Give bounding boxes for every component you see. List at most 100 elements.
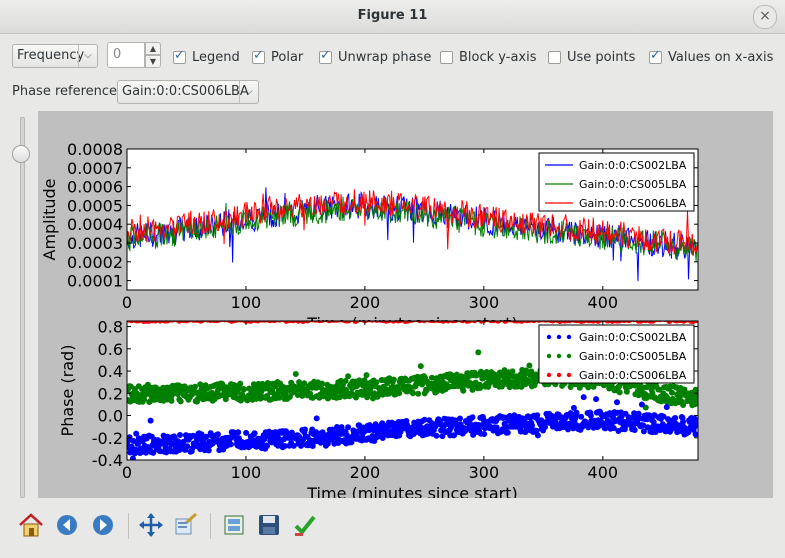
y-tick-label: 0.0003 <box>67 234 123 253</box>
series-point-2 <box>237 380 244 387</box>
series-point-1 <box>578 413 585 420</box>
y-axis-label: Phase (rad) <box>58 345 77 437</box>
subplots-icon[interactable] <box>220 511 248 539</box>
x-tick-label: 100 <box>231 293 262 312</box>
axis-select[interactable]: Frequency ⌵ <box>12 44 98 68</box>
index-spinner[interactable]: 0 ▲ ▼ <box>107 42 161 70</box>
legend-point-swatch <box>546 353 552 359</box>
y-tick-label: 0.4 <box>98 362 123 381</box>
x-tick-label: 400 <box>588 293 619 312</box>
series-point-2 <box>363 372 370 379</box>
y-tick-label: 0.0005 <box>67 196 123 215</box>
x-tick-label: 200 <box>350 463 381 482</box>
series-point-3 <box>271 321 278 324</box>
navigation-toolbar <box>0 505 785 550</box>
series-point-1 <box>184 443 191 450</box>
legend-point-swatch <box>566 372 572 378</box>
close-icon[interactable]: × <box>753 5 777 29</box>
series-point-1 <box>214 431 221 438</box>
series-point-2 <box>475 349 482 356</box>
series-point-3 <box>626 321 632 324</box>
forward-arrow-icon[interactable] <box>89 511 117 539</box>
save-icon[interactable] <box>255 511 283 539</box>
unwrap-phase-checkbox[interactable]: Unwrap phase <box>319 48 432 65</box>
vertical-slider-handle[interactable] <box>12 145 30 163</box>
title-bar: Figure 11 × <box>0 0 785 34</box>
legend-check-icon[interactable] <box>173 48 186 64</box>
y-tick-label: -0.2 <box>92 429 123 448</box>
series-point-2 <box>409 390 416 397</box>
legend-entry: Gain:0:0:CS002LBA <box>579 159 687 172</box>
series-point-1 <box>129 455 136 460</box>
series-point-1 <box>663 404 670 411</box>
phase-reference-select[interactable]: Gain:0:0:CS006LBA ⌵ <box>117 80 259 104</box>
toolbar-separator <box>210 513 211 539</box>
series-point-1 <box>345 424 352 431</box>
series-point-2 <box>616 389 623 396</box>
back-arrow-icon[interactable] <box>53 511 81 539</box>
series-point-1 <box>680 418 687 425</box>
spin-up-icon[interactable]: ▲ <box>145 42 161 55</box>
y-tick-label: 0.0002 <box>67 253 123 272</box>
series-point-1 <box>580 394 587 401</box>
spin-down-icon[interactable]: ▼ <box>145 55 161 68</box>
series-point-1 <box>469 414 476 421</box>
block-y-axis-checkbox[interactable]: Block y-axis <box>440 49 537 65</box>
series-point-2 <box>669 389 675 396</box>
use-points-check-icon[interactable] <box>548 50 561 64</box>
polar-checkbox-label: Polar <box>271 49 304 65</box>
zoom-icon[interactable] <box>172 511 200 539</box>
series-point-1 <box>433 432 440 439</box>
legend-point-swatch <box>556 372 562 378</box>
vertical-slider-track[interactable] <box>20 117 25 498</box>
legend-point-swatch <box>566 334 572 340</box>
values-x-axis-checkbox[interactable]: Values on x-axis <box>649 48 774 65</box>
use-points-checkbox[interactable]: Use points <box>548 49 635 65</box>
toolbar-separator <box>128 513 129 539</box>
values-x-axis-label: Values on x-axis <box>668 49 774 65</box>
legend-entry: Gain:0:0:CS006LBA <box>579 197 687 210</box>
y-tick-label: 0.6 <box>98 340 123 359</box>
y-tick-label: 0.0008 <box>67 140 123 159</box>
series-point-2 <box>390 376 397 383</box>
phase-reference-value: Gain:0:0:CS006LBA <box>122 84 249 99</box>
series-point-2 <box>345 373 352 380</box>
series-point-3 <box>530 321 537 324</box>
phase-reference-label: Phase reference: <box>12 84 122 99</box>
x-tick-label: 100 <box>231 463 262 482</box>
x-tick-label: 0 <box>122 293 132 312</box>
series-point-2 <box>417 363 424 370</box>
series-point-1 <box>457 415 463 422</box>
apply-check-icon[interactable] <box>291 511 319 539</box>
series-point-3 <box>566 321 573 324</box>
values-x-check-icon[interactable] <box>649 48 662 64</box>
y-tick-label: 0.0001 <box>67 272 123 291</box>
series-point-2 <box>373 379 380 386</box>
index-field[interactable]: 0 <box>107 42 145 68</box>
series-point-1 <box>302 426 308 433</box>
series-point-3 <box>135 321 142 324</box>
polar-check-icon[interactable] <box>252 48 265 64</box>
block-y-axis-label: Block y-axis <box>459 49 537 65</box>
pan-icon[interactable] <box>137 511 165 539</box>
x-tick-label: 400 <box>588 463 619 482</box>
plot-canvas: 0 100 200 300 400 0.0008 0.0007 0.0006 0.0005 0.0… <box>38 111 773 503</box>
legend-point-swatch <box>556 353 562 359</box>
legend-point-swatch <box>546 372 552 378</box>
legend-point-swatch <box>556 334 562 340</box>
figure-svg: 0 100 200 300 4000.00080.00070.00060.00050.0… <box>40 140 699 503</box>
window-title: Figure 11 <box>357 8 428 23</box>
series-point-1 <box>504 429 511 436</box>
x-tick-label: 300 <box>469 463 500 482</box>
legend-entry: Gain:0:0:CS002LBA <box>579 331 687 344</box>
block-y-check-icon[interactable] <box>440 50 453 64</box>
legend-checkbox[interactable]: Legend <box>173 48 240 65</box>
series-point-2 <box>192 383 198 390</box>
unwrap-phase-label: Unwrap phase <box>338 49 432 65</box>
unwrap-check-icon[interactable] <box>319 48 332 64</box>
polar-checkbox[interactable]: Polar <box>252 48 304 65</box>
home-icon[interactable] <box>17 511 45 539</box>
x-tick-label: 0 <box>122 463 132 482</box>
y-tick-label: 0.0006 <box>67 178 123 197</box>
series-point-1 <box>235 429 242 436</box>
